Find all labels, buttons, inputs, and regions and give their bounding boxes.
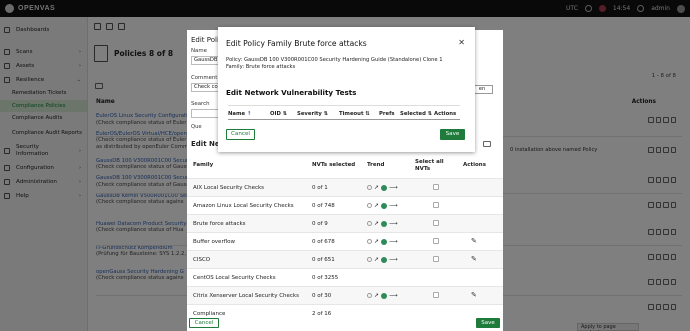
sort-icon: ⇅	[365, 111, 370, 117]
comment-label: Comment	[191, 75, 218, 81]
dialog-title: Edit Poli	[191, 36, 219, 44]
trend-static-icon[interactable]	[367, 221, 372, 226]
trend-arrow-icon: ⟶	[389, 292, 398, 299]
trend-dynamic-icon[interactable]	[381, 202, 388, 209]
trend-slash-icon: ➚	[374, 184, 380, 191]
table-row: Amazon Linux Local Security Checks 0 of …	[187, 196, 503, 214]
select-all-column-header: Select all NVTs	[415, 159, 444, 172]
trend-icons: ➚ ⟶	[367, 238, 398, 245]
dialog-info: Policy: GaussDB 100 V300R001C00 Security…	[226, 57, 443, 71]
select-all-checkbox[interactable]	[433, 292, 439, 298]
trend-arrow-icon: ⟶	[389, 238, 398, 245]
trend-slash-icon: ➚	[374, 202, 380, 209]
edit-policy-family-dialog: Edit Policy Family Brute force attacks ✕…	[218, 27, 475, 152]
trend-arrow-icon: ⟶	[389, 184, 398, 191]
search-label: Search	[191, 101, 210, 107]
table-row: Buffer overflow 0 of 678 ➚ ⟶ ✎	[187, 232, 503, 250]
trend-slash-icon: ➚	[374, 238, 380, 245]
family-column-header[interactable]: Family	[193, 162, 213, 168]
edit-icon[interactable]: ✎	[471, 255, 477, 263]
section-title: Edit Network Vulnerability Tests	[226, 88, 357, 97]
family-line: Family: Brute force attacks	[226, 64, 296, 70]
edit-icon[interactable]: ✎	[471, 237, 477, 245]
section-title: Edit Ne	[191, 140, 220, 148]
actions-column-header: Actions	[463, 162, 486, 168]
table-row: Citrix Xenserver Local Security Checks 0…	[187, 286, 503, 304]
trend-arrow-icon: ⟶	[389, 256, 398, 263]
select-all-checkbox[interactable]	[433, 220, 439, 226]
trend-column-header: Trend	[367, 162, 385, 168]
trend-slash-icon: ➚	[374, 256, 380, 263]
radio-option[interactable]: Que	[191, 124, 202, 130]
table-row: AIX Local Security Checks 0 of 1 ➚ ⟶	[187, 178, 503, 196]
trend-arrow-icon: ⟶	[389, 220, 398, 227]
selected-column-header[interactable]: Selected ⇅	[400, 111, 432, 117]
close-icon[interactable]: ✕	[458, 38, 465, 47]
trend-dynamic-icon[interactable]	[381, 292, 388, 299]
sort-icon: ⇅	[323, 111, 329, 117]
policy-line: Policy: GaussDB 100 V300R001C00 Security…	[226, 57, 443, 63]
sort-asc-icon: ↑	[246, 111, 252, 117]
dialog-button-bar: Cancel Save	[218, 123, 475, 152]
trend-icons: ➚ ⟶	[367, 256, 398, 263]
name-label: Name	[191, 48, 207, 54]
nvt-table-header: Name ↑ OID ⇅ Severity ⇅ Timeout ⇅ Prefs …	[228, 105, 460, 120]
sort-icon: ⇅	[427, 111, 433, 117]
dialog-title: Edit Policy Family Brute force attacks	[226, 39, 367, 48]
select-all-checkbox[interactable]	[433, 184, 439, 190]
trend-icons: ➚ ⟶	[367, 202, 398, 209]
trend-slash-icon: ➚	[374, 220, 380, 227]
trend-static-icon[interactable]	[367, 203, 372, 208]
trend-icons: ➚ ⟶	[367, 220, 398, 227]
trend-static-icon[interactable]	[367, 185, 372, 190]
sort-icon: ⇅	[282, 111, 288, 117]
save-button[interactable]: Save	[440, 129, 465, 140]
trend-static-icon[interactable]	[367, 239, 372, 244]
table-row: Brute force attacks 0 of 9 ➚ ⟶	[187, 214, 503, 232]
table-row: Compliance 2 of 16	[187, 304, 503, 322]
trend-slash-icon: ➚	[374, 292, 380, 299]
severity-column-header[interactable]: Severity ⇅	[297, 111, 328, 117]
trend-icons: ➚ ⟶	[367, 292, 398, 299]
trend-arrow-icon: ⟶	[389, 202, 398, 209]
folder-icon[interactable]	[483, 141, 491, 147]
nvts-column-header: NVTs selected	[312, 162, 356, 168]
actions-column-header: Actions	[434, 111, 457, 117]
edit-policy-cancel-button[interactable]: Cancel	[189, 318, 219, 328]
select-all-checkbox[interactable]	[433, 238, 439, 244]
edit-icon[interactable]: ✎	[471, 291, 477, 299]
select-all-checkbox[interactable]	[433, 202, 439, 208]
trend-static-icon[interactable]	[367, 293, 372, 298]
cancel-button[interactable]: Cancel	[226, 129, 255, 140]
trend-dynamic-icon[interactable]	[381, 256, 388, 263]
prefs-column-header: Prefs	[379, 111, 395, 117]
select-all-checkbox[interactable]	[433, 256, 439, 262]
oid-column-header[interactable]: OID ⇅	[270, 111, 287, 117]
trend-dynamic-icon[interactable]	[381, 220, 388, 227]
timeout-column-header[interactable]: Timeout ⇅	[339, 111, 370, 117]
name-column-header[interactable]: Name ↑	[228, 111, 251, 117]
trend-static-icon[interactable]	[367, 257, 372, 262]
trend-icons: ➚ ⟶	[367, 184, 398, 191]
edit-policy-save-button[interactable]: Save	[476, 318, 500, 328]
table-row: CentOS Local Security Checks 0 of 3255	[187, 268, 503, 286]
table-row: CISCO 0 of 651 ➚ ⟶ ✎	[187, 250, 503, 268]
trend-dynamic-icon[interactable]	[381, 238, 388, 245]
trend-dynamic-icon[interactable]	[381, 184, 388, 191]
